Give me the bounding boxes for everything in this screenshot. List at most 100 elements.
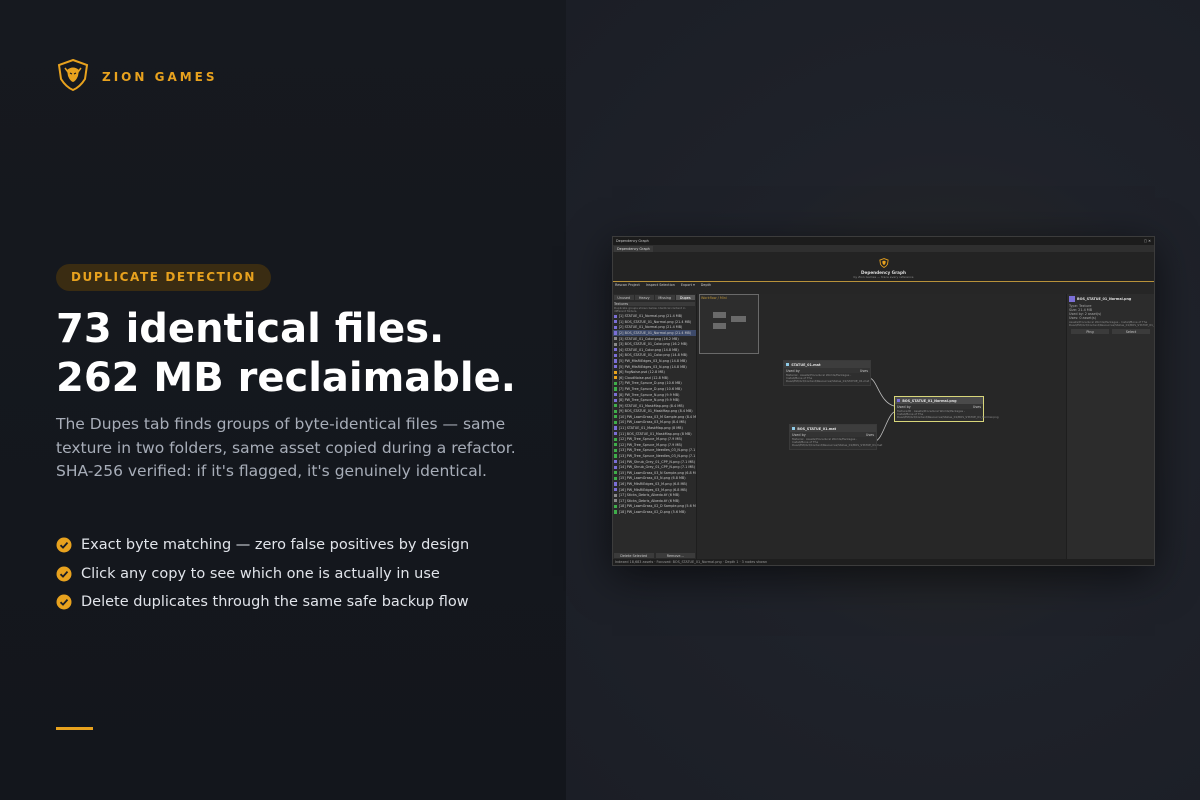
delete-selected-button[interactable]: Delete Selected: [614, 553, 654, 558]
depth-slider[interactable]: Depth: [701, 283, 711, 287]
window-controls: ▢ ✕: [1143, 239, 1151, 243]
list-item-label: [6] CloudNoise.psd (12.8 MB): [618, 375, 669, 380]
file-type-icon: [614, 504, 618, 508]
list-item[interactable]: [3] BOS_STATUE_01_Color.png (16.2 MB): [613, 341, 696, 347]
list-item[interactable]: [14] PW_Shrub_Grey_01_CPP_N.png (7.1 MB): [613, 459, 696, 465]
dupes-list-panel: Unused Heavy Missing Dupes Textures Dupl…: [613, 294, 697, 559]
file-type-icon: [614, 476, 618, 481]
lion-head-shield-icon: [56, 58, 90, 95]
list-item-label: [13] PW_Tree_Spruce_Needles_03_N.png (7.…: [618, 454, 696, 459]
headline-line-1: 73 identical files.: [56, 306, 445, 352]
list-item-label: [6] FogNoise.psd (12.8 MB): [618, 370, 665, 375]
list-item-label: [3] STATUE_01_Color.png (16.2 MB): [618, 336, 679, 341]
pin-used-by[interactable]: Used by: [792, 433, 806, 437]
list-item[interactable]: [13] PW_Tree_Spruce_Needles_03_N.png (7.…: [613, 453, 696, 459]
graph-node[interactable]: STATUE_01.mat Used by Uses Material · Ass…: [783, 360, 871, 386]
headline-line-2: 262 MB reclaimable.: [56, 355, 516, 401]
file-type-icon: [614, 336, 618, 341]
list-item-label: [8] PW_Tree_Spruce_N.png (9.9 MB): [618, 392, 680, 397]
list-item[interactable]: [9] STATUE_01_MaskMap.png (8.4 MB): [613, 403, 696, 409]
file-type-icon: [614, 320, 618, 324]
rescan-button[interactable]: Rescan Project: [615, 283, 640, 287]
file-type-icon: [614, 510, 618, 514]
tab-dupes[interactable]: Dupes: [675, 295, 695, 300]
pin-uses[interactable]: Uses: [866, 433, 874, 437]
file-type-icon: [614, 348, 618, 352]
remove-button[interactable]: Remove...: [655, 553, 695, 558]
tab-dependency-graph[interactable]: Dependency Graph: [614, 246, 653, 252]
list-item-label: [2] BOS_STATUE_01_Normal.png (21.4 MB): [618, 330, 692, 335]
list-item[interactable]: [9] BOS_STATUE_01_MaskMap.png (8.4 MB): [613, 409, 696, 415]
list-item-label: [1] BOS_STATUE_01_Normal.png (21.4 MB): [618, 319, 692, 324]
inspector-details: Type: Texture Size: 21.4 MB Used by: 2 a…: [1067, 304, 1154, 327]
list-item[interactable]: [13] PW_Tree_Spruce_Needles_03_N.png (7.…: [613, 448, 696, 454]
list-item[interactable]: [18] PW_LawnGrass_02_D Sample.png (5.6 M…: [613, 504, 696, 510]
file-type-icon: [614, 353, 618, 357]
list-item[interactable]: [15] PW_LawnGrass_03_N Sample.png (6.8 M…: [613, 470, 696, 476]
pin-uses[interactable]: Uses: [860, 369, 868, 373]
file-type-icon: [614, 364, 618, 369]
list-item[interactable]: [11] BOS_STATUE_01_MaskMap.png (8 MB): [613, 431, 696, 437]
ping-button[interactable]: Ping: [1071, 329, 1109, 335]
inspector-path: Assets/Procedural Worlds/Packages - Inst…: [1069, 320, 1155, 328]
file-type-icon: [614, 488, 618, 492]
list-item[interactable]: [10] PW_LawnGrass_03_M.png (8.4 MB): [613, 420, 696, 426]
node-header: BOS_STATUE_01_Normal.png: [895, 397, 983, 404]
file-type-icon: [614, 392, 618, 397]
window-title: Dependency Graph: [616, 239, 649, 243]
list-item-label: [4] BOS_STATUE_01_Color.png (14.8 MB): [618, 353, 688, 358]
list-footer: Delete Selected Remove...: [614, 553, 695, 558]
list-item[interactable]: [5] PW_MtsRiEdges_03_N.png (14.8 MB): [613, 364, 696, 370]
list-item-label: [18] PW_LawnGrass_02_D.png (5.6 MB): [618, 509, 686, 514]
file-type-icon: [614, 387, 618, 391]
section-badge: DUPLICATE DETECTION: [56, 264, 271, 291]
inspect-selection-button[interactable]: Inspect Selection: [646, 283, 675, 287]
feature-text: Click any copy to see which one is actua…: [81, 565, 440, 582]
pin-used-by[interactable]: Used by: [897, 405, 911, 409]
file-type-icon: [614, 443, 618, 447]
graph-canvas[interactable]: Workflow / Mini STATUE_01.mat Used by Use…: [697, 294, 1066, 559]
file-type-icon: [614, 499, 618, 503]
graph-edges: [868, 377, 895, 442]
list-item[interactable]: [14] PW_Shrub_Grey_01_CPP_N.png (7.1 MB): [613, 464, 696, 470]
pin-uses[interactable]: Uses: [973, 405, 981, 409]
pin-used-by[interactable]: Used by: [786, 369, 800, 373]
list-item-label: [1] STATUE_01_Normal.png (21.4 MB): [618, 314, 683, 319]
list-item-label: [15] PW_LawnGrass_03_N.png (6.8 MB): [618, 476, 686, 481]
list-item[interactable]: [4] BOS_STATUE_01_Color.png (14.8 MB): [613, 353, 696, 359]
tab-missing[interactable]: Missing: [655, 295, 675, 300]
file-type-icon: [614, 376, 618, 380]
list-item[interactable]: [10] PW_LawnGrass_03_M Sample.png (8.4 M…: [613, 414, 696, 420]
list-item[interactable]: [16] PW_MtsRiEdges_03_M.png (6.8 MB): [613, 481, 696, 487]
export-dropdown[interactable]: Export ▾: [681, 283, 695, 287]
list-item[interactable]: [5] PW_MtsRiEdges_03_N.png (14.8 MB): [613, 358, 696, 364]
file-type-icon: [614, 471, 618, 475]
list-item[interactable]: [18] PW_LawnGrass_02_D.png (5.6 MB): [613, 509, 696, 515]
list-item[interactable]: [1] BOS_STATUE_01_Normal.png (21.4 MB): [613, 319, 696, 325]
list-item-label: [13] PW_Tree_Spruce_Needles_03_N.png (7.…: [618, 448, 696, 453]
file-type-icon: [614, 493, 618, 497]
graph-node[interactable]: BOS_STATUE_01.mat Used by Uses Material ·…: [789, 424, 882, 450]
list-item-label: [8] PW_Tree_Spruce_N.png (9.9 MB): [618, 398, 680, 403]
toolbar: Rescan Project Inspect Selection Export …: [613, 282, 1154, 288]
list-item-label: [10] PW_LawnGrass_03_M Sample.png (8.4 M…: [618, 414, 696, 419]
accent-rule: [56, 727, 93, 730]
file-type-icon: [614, 331, 618, 335]
list-item[interactable]: [15] PW_LawnGrass_03_N.png (6.8 MB): [613, 476, 696, 482]
list-item[interactable]: [16] PW_MtsRiEdges_03_M.png (6.8 MB): [613, 487, 696, 493]
graph-node-focused[interactable]: BOS_STATUE_01_Normal.png Used by Uses Tex…: [894, 396, 999, 422]
feature-item: Delete duplicates through the same safe …: [56, 588, 469, 616]
node-path: Texture2D · Assets/Procedural Worlds/Pac…: [897, 409, 999, 420]
tab-heavy[interactable]: Heavy: [634, 295, 654, 300]
select-button[interactable]: Select: [1112, 329, 1150, 335]
node-path: Material · Assets/Procedural Worlds/Pack…: [786, 373, 870, 384]
inspector-panel: BOS_STATUE_01_Normal.png Type: Texture S…: [1066, 294, 1154, 559]
feature-item: Click any copy to see which one is actua…: [56, 559, 469, 587]
file-type-icon: [614, 409, 618, 413]
list-item-label: [10] PW_LawnGrass_03_M.png (8.4 MB): [618, 420, 686, 425]
file-type-icon: [614, 325, 618, 329]
tab-unused[interactable]: Unused: [614, 295, 634, 300]
list-item-label: [9] BOS_STATUE_01_MaskMap.png (8.4 MB): [618, 409, 693, 414]
list-item[interactable]: [2] BOS_STATUE_01_Normal.png (21.4 MB): [613, 330, 696, 336]
texture-icon: [1069, 296, 1075, 302]
